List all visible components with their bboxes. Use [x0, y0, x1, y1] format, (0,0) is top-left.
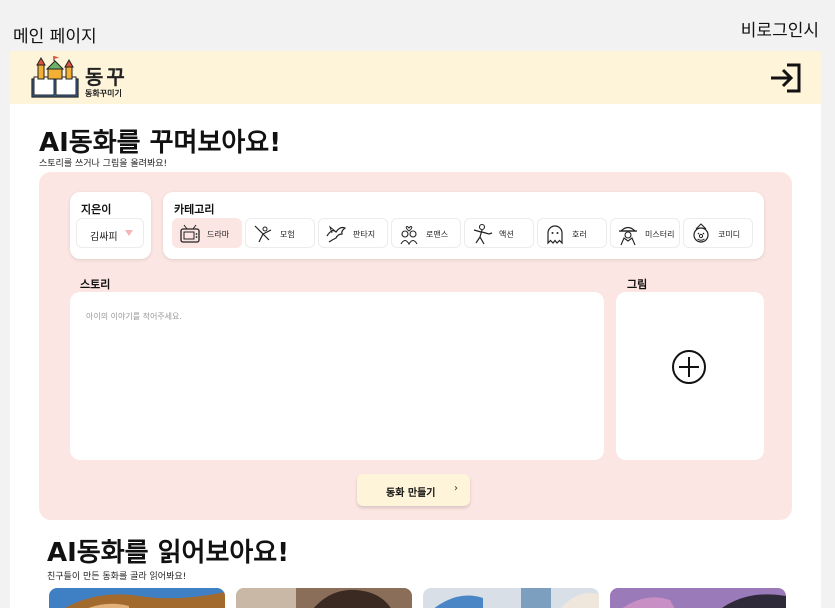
- story-thumbnail[interactable]: [236, 588, 412, 608]
- logo-subtitle: 동화꾸미기: [85, 89, 122, 98]
- category-adventure[interactable]: 모험: [245, 218, 315, 248]
- story-cover-image: [423, 588, 599, 608]
- category-label: 카테고리: [174, 203, 215, 216]
- story-cover-image: [610, 588, 786, 608]
- story-placeholder: 아이의 이야기를 적어주세요.: [86, 312, 182, 321]
- story-thumbnails: [49, 588, 786, 608]
- category-horror-label: 호러: [572, 230, 587, 239]
- add-circle-icon[interactable]: [671, 349, 707, 385]
- caret-down-icon: [125, 230, 133, 236]
- create-title: AI동화를 꾸며보아요!: [39, 128, 282, 158]
- read-title: AI동화를 읽어보아요!: [47, 538, 290, 568]
- logo-title: 동꾸: [85, 65, 128, 89]
- author-select[interactable]: 김싸피: [76, 218, 144, 248]
- chevron-right-icon: ›: [454, 483, 458, 494]
- story-textarea[interactable]: 아이의 이야기를 적어주세요.: [70, 292, 604, 460]
- ghost-icon: [547, 225, 563, 245]
- picture-upload[interactable]: [616, 292, 764, 460]
- story-thumbnail[interactable]: [423, 588, 599, 608]
- story-thumbnail[interactable]: [49, 588, 225, 608]
- author-label: 지은이: [81, 203, 112, 216]
- category-list: 드라마 모험 판타지 로맨스 액션 호러 미스터리 코미디: [172, 218, 753, 248]
- category-romance[interactable]: 로맨스: [391, 218, 461, 248]
- category-adventure-label: 모험: [280, 230, 295, 239]
- book-castle-icon: [31, 56, 79, 98]
- story-label: 스토리: [80, 278, 111, 291]
- category-fantasy[interactable]: 판타지: [318, 218, 388, 248]
- picture-label: 그림: [627, 278, 648, 291]
- category-drama-label: 드라마: [207, 230, 230, 239]
- tv-icon: [180, 224, 200, 243]
- author-card: 지은이 김싸피: [70, 192, 151, 259]
- create-subtitle: 스토리를 쓰거나 그림을 올려봐요!: [39, 159, 168, 169]
- story-cover-image: [236, 588, 412, 608]
- app-header: 동꾸 동화꾸미기: [10, 51, 821, 104]
- author-value: 김싸피: [90, 232, 118, 243]
- detective-icon: [619, 226, 637, 246]
- read-subtitle: 친구들이 만든 동화를 골라 읽어봐요!: [47, 572, 187, 582]
- story-thumbnail[interactable]: [610, 588, 786, 608]
- page: 메인 페이지 비로그인시 동꾸 동화꾸미기 AI동화를 꾸며보아요! 스토리를 …: [0, 0, 835, 608]
- category-romance-label: 로맨스: [426, 230, 449, 239]
- non-login-link[interactable]: 비로그인시: [741, 16, 819, 41]
- category-comedy[interactable]: 코미디: [683, 218, 753, 248]
- logo[interactable]: 동꾸 동화꾸미기: [30, 55, 130, 101]
- category-comedy-label: 코미디: [718, 230, 741, 239]
- category-fantasy-label: 판타지: [353, 230, 376, 239]
- make-story-button[interactable]: 동화 만들기 ›: [357, 474, 470, 506]
- action-icon: [473, 223, 493, 245]
- main-content: AI동화를 꾸며보아요! 스토리를 쓰거나 그림을 올려봐요! 지은이 김싸피 …: [10, 104, 821, 608]
- category-action[interactable]: 액션: [464, 218, 534, 248]
- category-card: 카테고리 드라마 모험 판타지 로맨스 액션 호러 미스터리 코미디: [163, 192, 764, 259]
- category-mystery-label: 미스터리: [645, 230, 675, 239]
- story-cover-image: [49, 588, 225, 608]
- create-panel: 지은이 김싸피 카테고리 드라마 모험 판타지 로맨스 액션 호러 미스터리 코…: [39, 172, 792, 520]
- make-story-label: 동화 만들기: [386, 488, 436, 499]
- dragon-icon: [326, 225, 347, 243]
- category-drama[interactable]: 드라마: [172, 218, 242, 248]
- category-mystery[interactable]: 미스터리: [610, 218, 680, 248]
- adventure-icon: [254, 225, 272, 243]
- category-horror[interactable]: 호러: [537, 218, 607, 248]
- romance-icon: [400, 226, 418, 246]
- category-action-label: 액션: [499, 230, 514, 239]
- main-page-link[interactable]: 메인 페이지: [13, 22, 97, 47]
- clown-icon: [693, 223, 709, 243]
- login-arrow-icon[interactable]: [769, 61, 803, 95]
